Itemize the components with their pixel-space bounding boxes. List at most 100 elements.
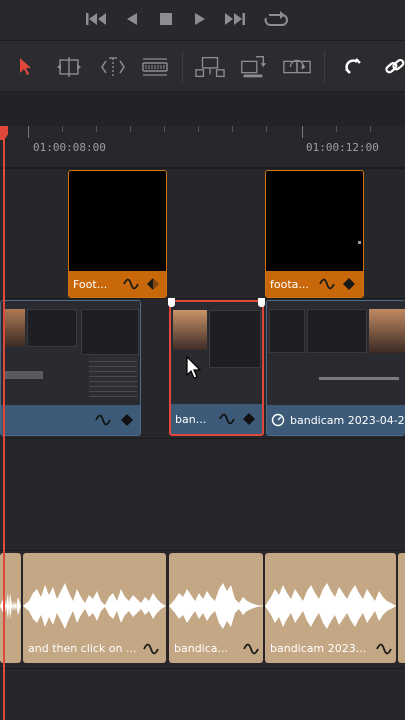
audio-clip[interactable]: bandicam 2023... bbox=[265, 553, 396, 663]
play-button[interactable] bbox=[187, 8, 213, 30]
clip-name: ban... bbox=[175, 412, 207, 426]
audio-clip[interactable]: bandica... bbox=[169, 553, 263, 663]
frame-speck bbox=[358, 241, 361, 244]
speed-curve-icon bbox=[143, 641, 159, 657]
ruler-tick bbox=[198, 126, 199, 132]
clip-thumbnail bbox=[1, 301, 140, 407]
arrow-pointer-icon bbox=[20, 58, 31, 75]
speed-curve-icon bbox=[95, 412, 111, 428]
audio-clip[interactable] bbox=[398, 553, 405, 663]
ruler-tick bbox=[130, 126, 131, 132]
ruler-tick bbox=[28, 126, 29, 138]
thumbnail-frame bbox=[173, 310, 207, 350]
speed-curve-icon bbox=[123, 276, 139, 292]
ruler-tick bbox=[164, 126, 165, 132]
dynamic-trim-icon bbox=[101, 57, 125, 76]
thumbnail-strip bbox=[3, 371, 43, 379]
blade-tool[interactable] bbox=[140, 53, 170, 81]
video-clip[interactable]: bandicam 2023-04-2 bbox=[266, 300, 405, 436]
trim-icon bbox=[57, 57, 81, 77]
toolbar-divider bbox=[182, 51, 183, 83]
timecode-ruler[interactable]: 01:00:08:00 01:00:12:00 bbox=[0, 126, 405, 168]
speed-curve-icon bbox=[319, 276, 335, 292]
clip-name: foota... bbox=[270, 277, 309, 291]
edit-toolbar bbox=[0, 40, 405, 92]
play-icon bbox=[195, 13, 205, 25]
thumbnail-frame bbox=[307, 309, 367, 353]
keyframe-diamond-icon bbox=[241, 411, 257, 427]
insert-clip-icon bbox=[195, 56, 225, 78]
ruler-tick bbox=[232, 126, 233, 132]
mouse-cursor-icon bbox=[186, 356, 202, 379]
clip-name: bandicam 2023... bbox=[270, 642, 367, 655]
overwrite-clip-icon bbox=[241, 56, 267, 78]
retime-speed-icon bbox=[271, 413, 285, 427]
skip-to-end-icon bbox=[225, 13, 245, 25]
keyframe-diamond-icon bbox=[145, 276, 161, 292]
clip-label-bar: bandicam 2023-04-2 bbox=[267, 405, 405, 435]
track-divider bbox=[0, 298, 405, 299]
skip-to-start-icon bbox=[86, 13, 106, 25]
thumbnail-frame bbox=[27, 309, 77, 347]
stop-icon bbox=[160, 13, 172, 25]
skip-to-end-button[interactable] bbox=[222, 8, 248, 30]
video-clip[interactable]: foota... bbox=[265, 170, 364, 298]
audio-waveform bbox=[265, 583, 396, 629]
linked-selection-toggle[interactable] bbox=[380, 53, 405, 81]
trim-handle-left[interactable] bbox=[168, 298, 175, 307]
ruler-timecode: 01:00:08:00 bbox=[33, 141, 106, 154]
clip-name: and then click on ... bbox=[28, 642, 137, 655]
track-divider bbox=[0, 550, 405, 551]
replace-clip-icon bbox=[283, 59, 311, 74]
track-divider bbox=[0, 438, 405, 439]
ruler-tick bbox=[266, 126, 267, 132]
audio-waveform bbox=[169, 583, 263, 629]
track-divider bbox=[0, 668, 405, 669]
chain-link-icon bbox=[385, 58, 405, 74]
speed-curve-icon bbox=[376, 641, 392, 657]
ruler-timecode: 01:00:12:00 bbox=[306, 141, 379, 154]
trim-handle-right[interactable] bbox=[258, 298, 265, 307]
clip-name: bandicam 2023-04-2 bbox=[290, 413, 405, 427]
keyframe-diamond-icon bbox=[341, 276, 357, 292]
toolbar-divider bbox=[324, 51, 325, 83]
trim-edit-tool[interactable] bbox=[54, 53, 84, 81]
speed-curve-icon bbox=[219, 411, 235, 427]
audio-clip[interactable]: and then click on ... bbox=[23, 553, 166, 663]
replace-clip-button[interactable] bbox=[282, 53, 312, 81]
selection-tool[interactable] bbox=[10, 53, 40, 81]
speed-curve-icon bbox=[243, 641, 259, 657]
thumbnail-frame bbox=[3, 309, 25, 347]
thumbnail-strip bbox=[319, 377, 399, 380]
ruler-tick bbox=[62, 126, 63, 132]
stop-button[interactable] bbox=[153, 8, 179, 30]
step-back-button[interactable] bbox=[119, 8, 145, 30]
play-reverse-icon bbox=[127, 13, 137, 25]
ruler-tick bbox=[302, 126, 303, 138]
timeline-header-band bbox=[0, 92, 405, 126]
ruler-tick bbox=[370, 126, 371, 132]
blade-icon bbox=[142, 58, 168, 76]
overwrite-clip-button[interactable] bbox=[238, 53, 268, 81]
clip-thumbnail bbox=[171, 302, 262, 406]
dynamic-trim-tool[interactable] bbox=[98, 53, 128, 81]
thumbnail-frame bbox=[369, 309, 405, 353]
skip-to-start-button[interactable] bbox=[83, 8, 109, 30]
ruler-tick bbox=[96, 126, 97, 132]
loop-button[interactable] bbox=[263, 8, 289, 30]
ruler-tick bbox=[336, 126, 337, 132]
video-clip[interactable] bbox=[0, 300, 141, 436]
clip-name: Foot... bbox=[73, 277, 108, 291]
insert-clip-button[interactable] bbox=[195, 53, 225, 81]
selected-video-clip[interactable]: ban... bbox=[169, 300, 264, 436]
thumbnail-strip bbox=[89, 357, 137, 397]
magnet-icon bbox=[345, 58, 361, 74]
thumbnail-frame bbox=[209, 310, 261, 368]
playhead-line[interactable] bbox=[3, 126, 5, 720]
video-clip[interactable]: Foot... bbox=[68, 170, 167, 298]
clip-thumbnail bbox=[267, 301, 405, 407]
keyframe-diamond-icon bbox=[119, 412, 135, 428]
snapping-toggle[interactable] bbox=[339, 53, 369, 81]
track-divider bbox=[0, 168, 405, 169]
thumbnail-frame bbox=[81, 309, 139, 355]
